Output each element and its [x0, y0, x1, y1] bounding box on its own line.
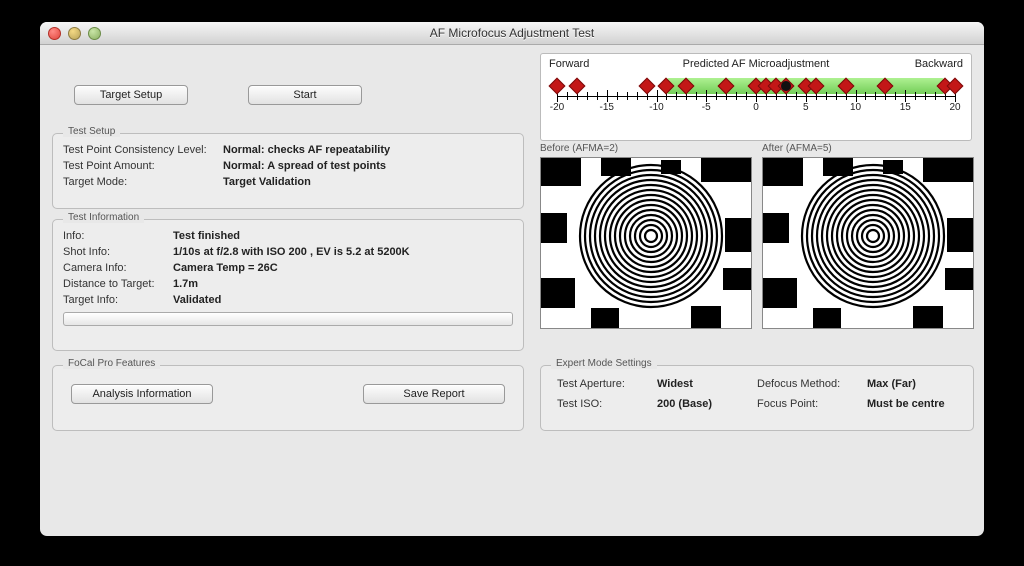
- content-area: Target Setup Start Forward Predicted AF …: [40, 45, 984, 65]
- iso-value: 200 (Base): [657, 398, 757, 410]
- aperture-label: Test Aperture:: [557, 378, 657, 390]
- minimize-icon[interactable]: [68, 27, 81, 40]
- amount-value: Normal: A spread of test points: [223, 160, 386, 172]
- defocus-value: Max (Far): [867, 378, 957, 390]
- amount-label: Test Point Amount:: [63, 160, 223, 172]
- aperture-value: Widest: [657, 378, 757, 390]
- shotinfo-label: Shot Info:: [63, 246, 173, 258]
- focal-pro-group: FoCal Pro Features Analysis Information …: [52, 365, 524, 431]
- caminfo-label: Camera Info:: [63, 262, 173, 274]
- targetmode-value: Target Validation: [223, 176, 311, 188]
- afma-point-icon: [549, 78, 566, 95]
- titlebar: AF Microfocus Adjustment Test: [40, 22, 984, 45]
- progress-bar: [63, 312, 513, 326]
- app-window: AF Microfocus Adjustment Test Target Set…: [40, 22, 984, 536]
- targinfo-label: Target Info:: [63, 294, 173, 306]
- targetmode-label: Target Mode:: [63, 176, 223, 188]
- test-info-group: Test Information Info:Test finished Shot…: [52, 219, 524, 351]
- before-caption: Before (AFMA=2): [540, 143, 618, 154]
- test-setup-legend: Test Setup: [63, 126, 120, 137]
- close-icon[interactable]: [48, 27, 61, 40]
- afma-scale-panel: Forward Predicted AF Microadjustment Bac…: [540, 53, 972, 141]
- test-setup-group: Test Setup Test Point Consistency Level:…: [52, 133, 524, 209]
- after-caption: After (AFMA=5): [762, 143, 832, 154]
- focal-pro-legend: FoCal Pro Features: [63, 358, 160, 369]
- start-button[interactable]: Start: [248, 85, 362, 105]
- info-value: Test finished: [173, 230, 240, 242]
- iso-label: Test ISO:: [557, 398, 657, 410]
- defocus-label: Defocus Method:: [757, 378, 867, 390]
- consistency-value: Normal: checks AF repeatability: [223, 144, 390, 156]
- targinfo-value: Validated: [173, 294, 221, 306]
- scale-backward-label: Backward: [915, 58, 963, 70]
- afma-predicted-icon: [781, 81, 791, 91]
- shotinfo-value: 1/10s at f/2.8 with ISO 200 , EV is 5.2 …: [173, 246, 410, 258]
- zoom-icon[interactable]: [88, 27, 101, 40]
- after-target-image: [762, 157, 974, 329]
- info-label: Info:: [63, 230, 173, 242]
- consistency-label: Test Point Consistency Level:: [63, 144, 223, 156]
- scale-title: Predicted AF Microadjustment: [541, 58, 971, 70]
- target-setup-button[interactable]: Target Setup: [74, 85, 188, 105]
- expert-mode-group: Expert Mode Settings Test Aperture: Wide…: [540, 365, 974, 431]
- fp-label: Focus Point:: [757, 398, 867, 410]
- afma-point-icon: [568, 78, 585, 95]
- fp-value: Must be centre: [867, 398, 957, 410]
- dist-value: 1.7m: [173, 278, 198, 290]
- expert-legend: Expert Mode Settings: [551, 358, 657, 369]
- test-info-legend: Test Information: [63, 212, 144, 223]
- analysis-info-button[interactable]: Analysis Information: [71, 384, 213, 404]
- before-target-image: [540, 157, 752, 329]
- top-buttons: Target Setup Start: [74, 85, 362, 105]
- caminfo-value: Camera Temp = 26C: [173, 262, 278, 274]
- save-report-button[interactable]: Save Report: [363, 384, 505, 404]
- afma-point-icon: [947, 78, 964, 95]
- window-title: AF Microfocus Adjustment Test: [40, 26, 984, 40]
- dist-label: Distance to Target:: [63, 278, 173, 290]
- window-controls: [48, 27, 101, 40]
- afma-point-icon: [638, 78, 655, 95]
